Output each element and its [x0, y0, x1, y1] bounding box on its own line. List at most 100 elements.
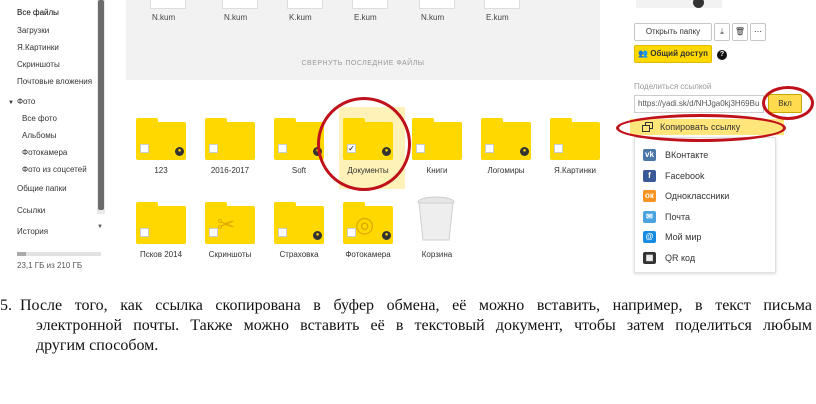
folder-checkbox[interactable]: [416, 144, 425, 153]
recent-file-name[interactable]: K.kum: [289, 13, 312, 22]
share-menu-label: QR код: [665, 252, 696, 263]
annotation-circle-folder: [317, 97, 411, 191]
sidebar-item[interactable]: Альбомы: [22, 131, 56, 140]
folder-checkbox[interactable]: [347, 228, 356, 237]
recent-file-name[interactable]: E.kum: [354, 13, 377, 22]
folder-body: [205, 122, 255, 160]
recent-file-thumbnail[interactable]: [484, 0, 520, 9]
sidebar-item-label: Общие папки: [17, 184, 67, 193]
trash-icon: [417, 196, 455, 241]
folder-tile[interactable]: Псков 2014: [131, 202, 191, 276]
folder-icon: ●: [274, 202, 324, 244]
folder-checkbox[interactable]: [140, 144, 149, 153]
collapse-recent-files-link[interactable]: СВЕРНУТЬ ПОСЛЕДНИЕ ФАЙЛЫ: [126, 60, 600, 67]
folder-checkbox[interactable]: [140, 228, 149, 237]
folder-checkbox[interactable]: [209, 144, 218, 153]
recent-file-name[interactable]: N.kum: [224, 13, 247, 22]
folder-checkbox[interactable]: [554, 144, 563, 153]
folder-preview: [636, 0, 722, 8]
folder-name: 123: [154, 166, 168, 175]
storage-quota-fill: [17, 252, 27, 256]
folder-name: Книги: [426, 166, 448, 175]
annotation-circle-toggle: [762, 86, 814, 120]
sidebar-scrollbar[interactable]: ▼: [97, 0, 105, 230]
share-menu-label: Почта: [665, 211, 690, 222]
paragraph-line-2: электронной почты. Также можно вставить …: [36, 317, 812, 334]
shared-access-label: Общий доступ: [650, 49, 708, 58]
users-icon: 👥: [638, 49, 649, 58]
sidebar-item-label: Ссылки: [17, 206, 46, 215]
sidebar-item[interactable]: Я.Картинки: [17, 43, 59, 52]
download-icon[interactable]: ⤓: [714, 23, 730, 41]
sidebar-item[interactable]: Ссылки: [17, 206, 45, 215]
share-menu-label: ВКонтакте: [665, 150, 709, 160]
sidebar-item[interactable]: Фотокамера: [22, 148, 67, 157]
help-icon[interactable]: ?: [717, 50, 727, 60]
recent-file-name[interactable]: N.kum: [421, 13, 444, 22]
recent-file-thumbnail[interactable]: [222, 0, 258, 9]
folder-name: Логомиры: [487, 166, 525, 175]
recent-file-name[interactable]: E.kum: [486, 13, 509, 22]
recent-file-thumbnail[interactable]: [419, 0, 455, 9]
folder-tile[interactable]: 2016-2017: [200, 118, 260, 192]
folder-checkbox[interactable]: [209, 228, 218, 237]
sidebar-item[interactable]: Почтовые вложения: [17, 77, 92, 86]
sidebar-item-label: Почтовые вложения: [17, 77, 93, 86]
sidebar-item-label: Загрузки: [17, 26, 50, 35]
folder-tile[interactable]: ● 123: [131, 118, 191, 192]
storage-quota-text: 23,1 ГБ из 210 ГБ: [17, 261, 83, 270]
sidebar-item-label: Все файлы: [17, 8, 59, 17]
share-link-field[interactable]: https://yadi.sk/d/NHJga0kj3H69Bu: [634, 95, 764, 113]
delete-icon[interactable]: 🗑: [732, 23, 748, 41]
folder-tile[interactable]: Я.Картинки: [545, 118, 605, 192]
folder-checkbox[interactable]: [485, 144, 494, 153]
folder-body: [412, 122, 462, 160]
folder-name: Корзина: [421, 250, 453, 259]
expand-arrow-icon[interactable]: ▼: [8, 100, 14, 106]
sidebar-item[interactable]: История: [17, 227, 48, 236]
recent-file-name[interactable]: N.kum: [152, 13, 175, 22]
folder-icon: [205, 118, 255, 160]
screenshot: Все файлы Загрузки Я.Картинки Скриншоты Почт…: [0, 0, 816, 276]
folder-body: [136, 206, 186, 244]
folder-name: Я.Картинки: [554, 166, 596, 175]
sidebar-item[interactable]: Все фото: [22, 114, 57, 123]
folder-checkbox[interactable]: [278, 144, 287, 153]
folder-icon: ●: [481, 118, 531, 160]
scroll-down-icon[interactable]: ▼: [97, 224, 103, 230]
folder-name: 2016-2017: [210, 166, 250, 175]
folder-tile[interactable]: ✂ Скриншоты: [200, 202, 260, 276]
folder-icon: [412, 118, 462, 160]
share-menu: vk ВКонтакте f Facebook ок Одноклассники ✉ Почт…: [634, 137, 776, 273]
sidebar-item[interactable]: Общие папки: [17, 184, 67, 193]
more-icon[interactable]: ⋯: [750, 23, 766, 41]
folder-name: Страховка: [279, 250, 319, 259]
storage-quota-bar: [17, 252, 101, 256]
qr-code-icon: ▦: [643, 251, 656, 264]
folder-checkbox[interactable]: [278, 228, 287, 237]
folder-tile[interactable]: ◎ ● Фотокамера: [338, 202, 398, 276]
recent-file-thumbnail[interactable]: [150, 0, 186, 9]
recent-file-thumbnail[interactable]: [287, 0, 323, 9]
folder-tile[interactable]: Книги: [407, 118, 467, 192]
scrollbar-thumb[interactable]: [98, 0, 104, 210]
recent-file-thumbnail[interactable]: [352, 0, 388, 9]
folder-tile[interactable]: ● Страховка: [269, 202, 329, 276]
sidebar-item[interactable]: Фото из соцсетей: [22, 165, 87, 174]
share-menu-label: Мой мир: [665, 232, 702, 242]
sidebar-item[interactable]: ▼ Фото: [8, 97, 35, 106]
sidebar-item[interactable]: Все файлы: [17, 8, 59, 17]
shared-badge-icon: ●: [313, 231, 322, 240]
folder-icon: ●: [136, 118, 186, 160]
sidebar-item[interactable]: Скриншоты: [17, 60, 60, 69]
folder-tile[interactable]: ● Логомиры: [476, 118, 536, 192]
sidebar-item[interactable]: Загрузки: [17, 26, 49, 35]
trash-bin[interactable]: Корзина: [407, 196, 467, 276]
folder-icon: ✂: [205, 202, 255, 244]
folder-icon: [136, 202, 186, 244]
folder-icon: ◎ ●: [343, 202, 393, 244]
open-folder-button[interactable]: Открыть папку: [634, 23, 712, 41]
shared-badge-icon: ●: [520, 147, 529, 156]
shared-access-button[interactable]: 👥 Общий доступ: [634, 45, 712, 63]
scissors-icon: ✂: [217, 212, 236, 237]
